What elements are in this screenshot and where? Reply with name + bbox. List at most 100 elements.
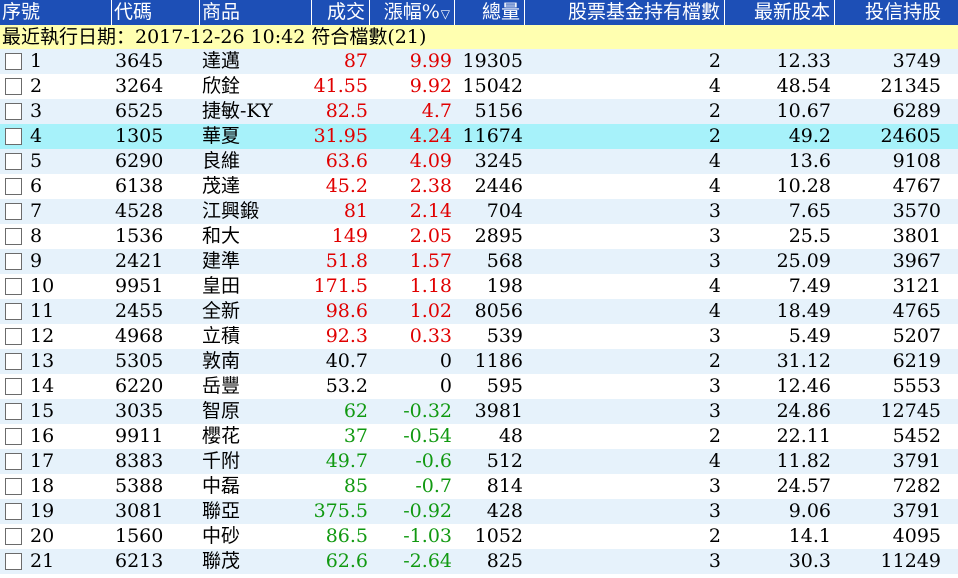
row-checkbox[interactable] — [5, 353, 22, 370]
row-checkbox[interactable] — [5, 178, 22, 195]
table-row[interactable]: 21 6213 聯茂 62.6 -2.64 825 3 30.3 11249 — [0, 549, 958, 574]
cell-price: 85 — [343, 475, 368, 497]
cell-name: 櫻花 — [202, 425, 241, 447]
cell-trust-holding: 3570 — [892, 200, 941, 222]
stock-screener-window: 序號 代碼 商品 成交 漲幅%▽ 總量 股票基金持有檔數 最新股本 投信持股 最… — [0, 0, 958, 578]
cell-volume: 5156 — [474, 100, 523, 122]
cell-shares: 7.49 — [788, 275, 831, 297]
cell-price: 62 — [343, 400, 368, 422]
row-checkbox[interactable] — [5, 303, 22, 320]
table-row[interactable]: 10 9951 皇田 171.5 1.18 198 4 7.49 3121 — [0, 274, 958, 299]
header-seq[interactable]: 序號 — [0, 0, 112, 25]
table-row[interactable]: 1 3645 達邁 87 9.99 19305 2 12.33 3749 — [0, 49, 958, 74]
table-row[interactable]: 8 1536 和大 149 2.05 2895 3 25.5 3801 — [0, 224, 958, 249]
row-checkbox[interactable] — [5, 428, 22, 445]
header-code[interactable]: 代碼 — [112, 0, 200, 25]
cell-seq: 5 — [30, 150, 43, 172]
cell-price: 41.55 — [313, 75, 368, 97]
cell-trust-holding: 12745 — [880, 400, 941, 422]
table-row[interactable]: 20 1560 中砂 86.5 -1.03 1052 2 14.1 4095 — [0, 524, 958, 549]
row-checkbox[interactable] — [5, 478, 22, 495]
cell-code: 6213 — [115, 550, 164, 572]
cell-seq: 13 — [30, 350, 55, 372]
cell-seq: 21 — [30, 550, 55, 572]
table-row[interactable]: 12 4968 立積 92.3 0.33 539 3 5.49 5207 — [0, 324, 958, 349]
cell-seq: 4 — [30, 125, 43, 147]
cell-volume: 704 — [486, 200, 523, 222]
row-checkbox[interactable] — [5, 403, 22, 420]
row-checkbox[interactable] — [5, 128, 22, 145]
table-row[interactable]: 11 2455 全新 98.6 1.02 8056 4 18.49 4765 — [0, 299, 958, 324]
table-row[interactable]: 6 6138 茂達 45.2 2.38 2446 4 10.28 4767 — [0, 174, 958, 199]
row-checkbox[interactable] — [5, 253, 22, 270]
table-row[interactable]: 2 3264 欣銓 41.55 9.92 15042 4 48.54 21345 — [0, 74, 958, 99]
cell-change-pct: -0.32 — [403, 400, 452, 422]
cell-name: 岳豐 — [202, 375, 241, 397]
cell-change-pct: 2.14 — [409, 200, 452, 222]
cell-fund-count: 3 — [708, 550, 721, 572]
cell-fund-count: 3 — [708, 250, 721, 272]
table-row[interactable]: 7 4528 江興鍛 81 2.14 704 3 7.65 3570 — [0, 199, 958, 224]
cell-fund-count: 3 — [708, 475, 721, 497]
cell-volume: 1186 — [474, 350, 523, 372]
row-checkbox[interactable] — [5, 278, 22, 295]
cell-shares: 10.28 — [776, 175, 831, 197]
cell-seq: 3 — [30, 100, 43, 122]
table-row[interactable]: 9 2421 建準 51.8 1.57 568 3 25.09 3967 — [0, 249, 958, 274]
row-checkbox[interactable] — [5, 553, 22, 570]
cell-price: 86.5 — [325, 525, 368, 547]
table-row[interactable]: 19 3081 聯亞 375.5 -0.92 428 3 9.06 3791 — [0, 499, 958, 524]
row-checkbox[interactable] — [5, 203, 22, 220]
row-checkbox[interactable] — [5, 503, 22, 520]
row-checkbox[interactable] — [5, 53, 22, 70]
cell-volume: 15042 — [462, 75, 523, 97]
row-checkbox[interactable] — [5, 103, 22, 120]
table-row[interactable]: 5 6290 良維 63.6 4.09 3245 4 13.6 9108 — [0, 149, 958, 174]
table-row[interactable]: 16 9911 櫻花 37 -0.54 48 2 22.11 5452 — [0, 424, 958, 449]
cell-volume: 2446 — [474, 175, 523, 197]
header-fund-count[interactable]: 股票基金持有檔數 — [525, 0, 725, 25]
cell-name: 中磊 — [202, 475, 241, 497]
execution-info: 最近執行日期：2017-12-26 10:42 符合檔數(21) — [0, 25, 958, 49]
header-change-pct[interactable]: 漲幅%▽ — [370, 0, 455, 25]
table-row[interactable]: 17 8383 千附 49.7 -0.6 512 4 11.82 3791 — [0, 449, 958, 474]
row-checkbox[interactable] — [5, 228, 22, 245]
header-volume[interactable]: 總量 — [455, 0, 525, 25]
cell-code: 2421 — [115, 250, 164, 272]
table-row[interactable]: 14 6220 岳豐 53.2 0 595 3 12.46 5553 — [0, 374, 958, 399]
cell-trust-holding: 5452 — [892, 425, 941, 447]
cell-volume: 512 — [486, 450, 523, 472]
cell-name: 全新 — [202, 300, 241, 322]
row-checkbox[interactable] — [5, 78, 22, 95]
row-checkbox[interactable] — [5, 528, 22, 545]
cell-shares: 48.54 — [776, 75, 831, 97]
cell-volume: 2895 — [474, 225, 523, 247]
table-row[interactable]: 4 1305 華夏 31.95 4.24 11674 2 49.2 24605 — [0, 124, 958, 149]
cell-shares: 49.2 — [788, 125, 831, 147]
cell-shares: 22.11 — [776, 425, 831, 447]
table-row[interactable]: 3 6525 捷敏-KY 82.5 4.7 5156 2 10.67 6289 — [0, 99, 958, 124]
row-checkbox[interactable] — [5, 378, 22, 395]
cell-code: 6290 — [115, 150, 164, 172]
cell-code: 2455 — [115, 300, 164, 322]
table-row[interactable]: 13 5305 敦南 40.7 0 1186 2 31.12 6219 — [0, 349, 958, 374]
cell-code: 4528 — [115, 200, 164, 222]
cell-code: 3645 — [115, 50, 164, 72]
header-trust-holding[interactable]: 投信持股 — [835, 0, 945, 25]
row-checkbox[interactable] — [5, 153, 22, 170]
table-row[interactable]: 18 5388 中磊 85 -0.7 814 3 24.57 7282 — [0, 474, 958, 499]
header-shares[interactable]: 最新股本 — [725, 0, 835, 25]
table-row[interactable]: 15 3035 智原 62 -0.32 3981 3 24.86 12745 — [0, 399, 958, 424]
cell-fund-count: 4 — [708, 75, 721, 97]
row-checkbox[interactable] — [5, 453, 22, 470]
cell-trust-holding: 4095 — [892, 525, 941, 547]
cell-code: 1560 — [115, 525, 164, 547]
cell-name: 良維 — [202, 150, 241, 172]
header-name[interactable]: 商品 — [200, 0, 312, 25]
cell-trust-holding: 24605 — [880, 125, 941, 147]
cell-volume: 568 — [486, 250, 523, 272]
triangle-down-icon[interactable]: ▽ — [441, 7, 450, 21]
header-price[interactable]: 成交 — [312, 0, 370, 25]
row-checkbox[interactable] — [5, 328, 22, 345]
cell-volume: 19305 — [462, 50, 523, 72]
